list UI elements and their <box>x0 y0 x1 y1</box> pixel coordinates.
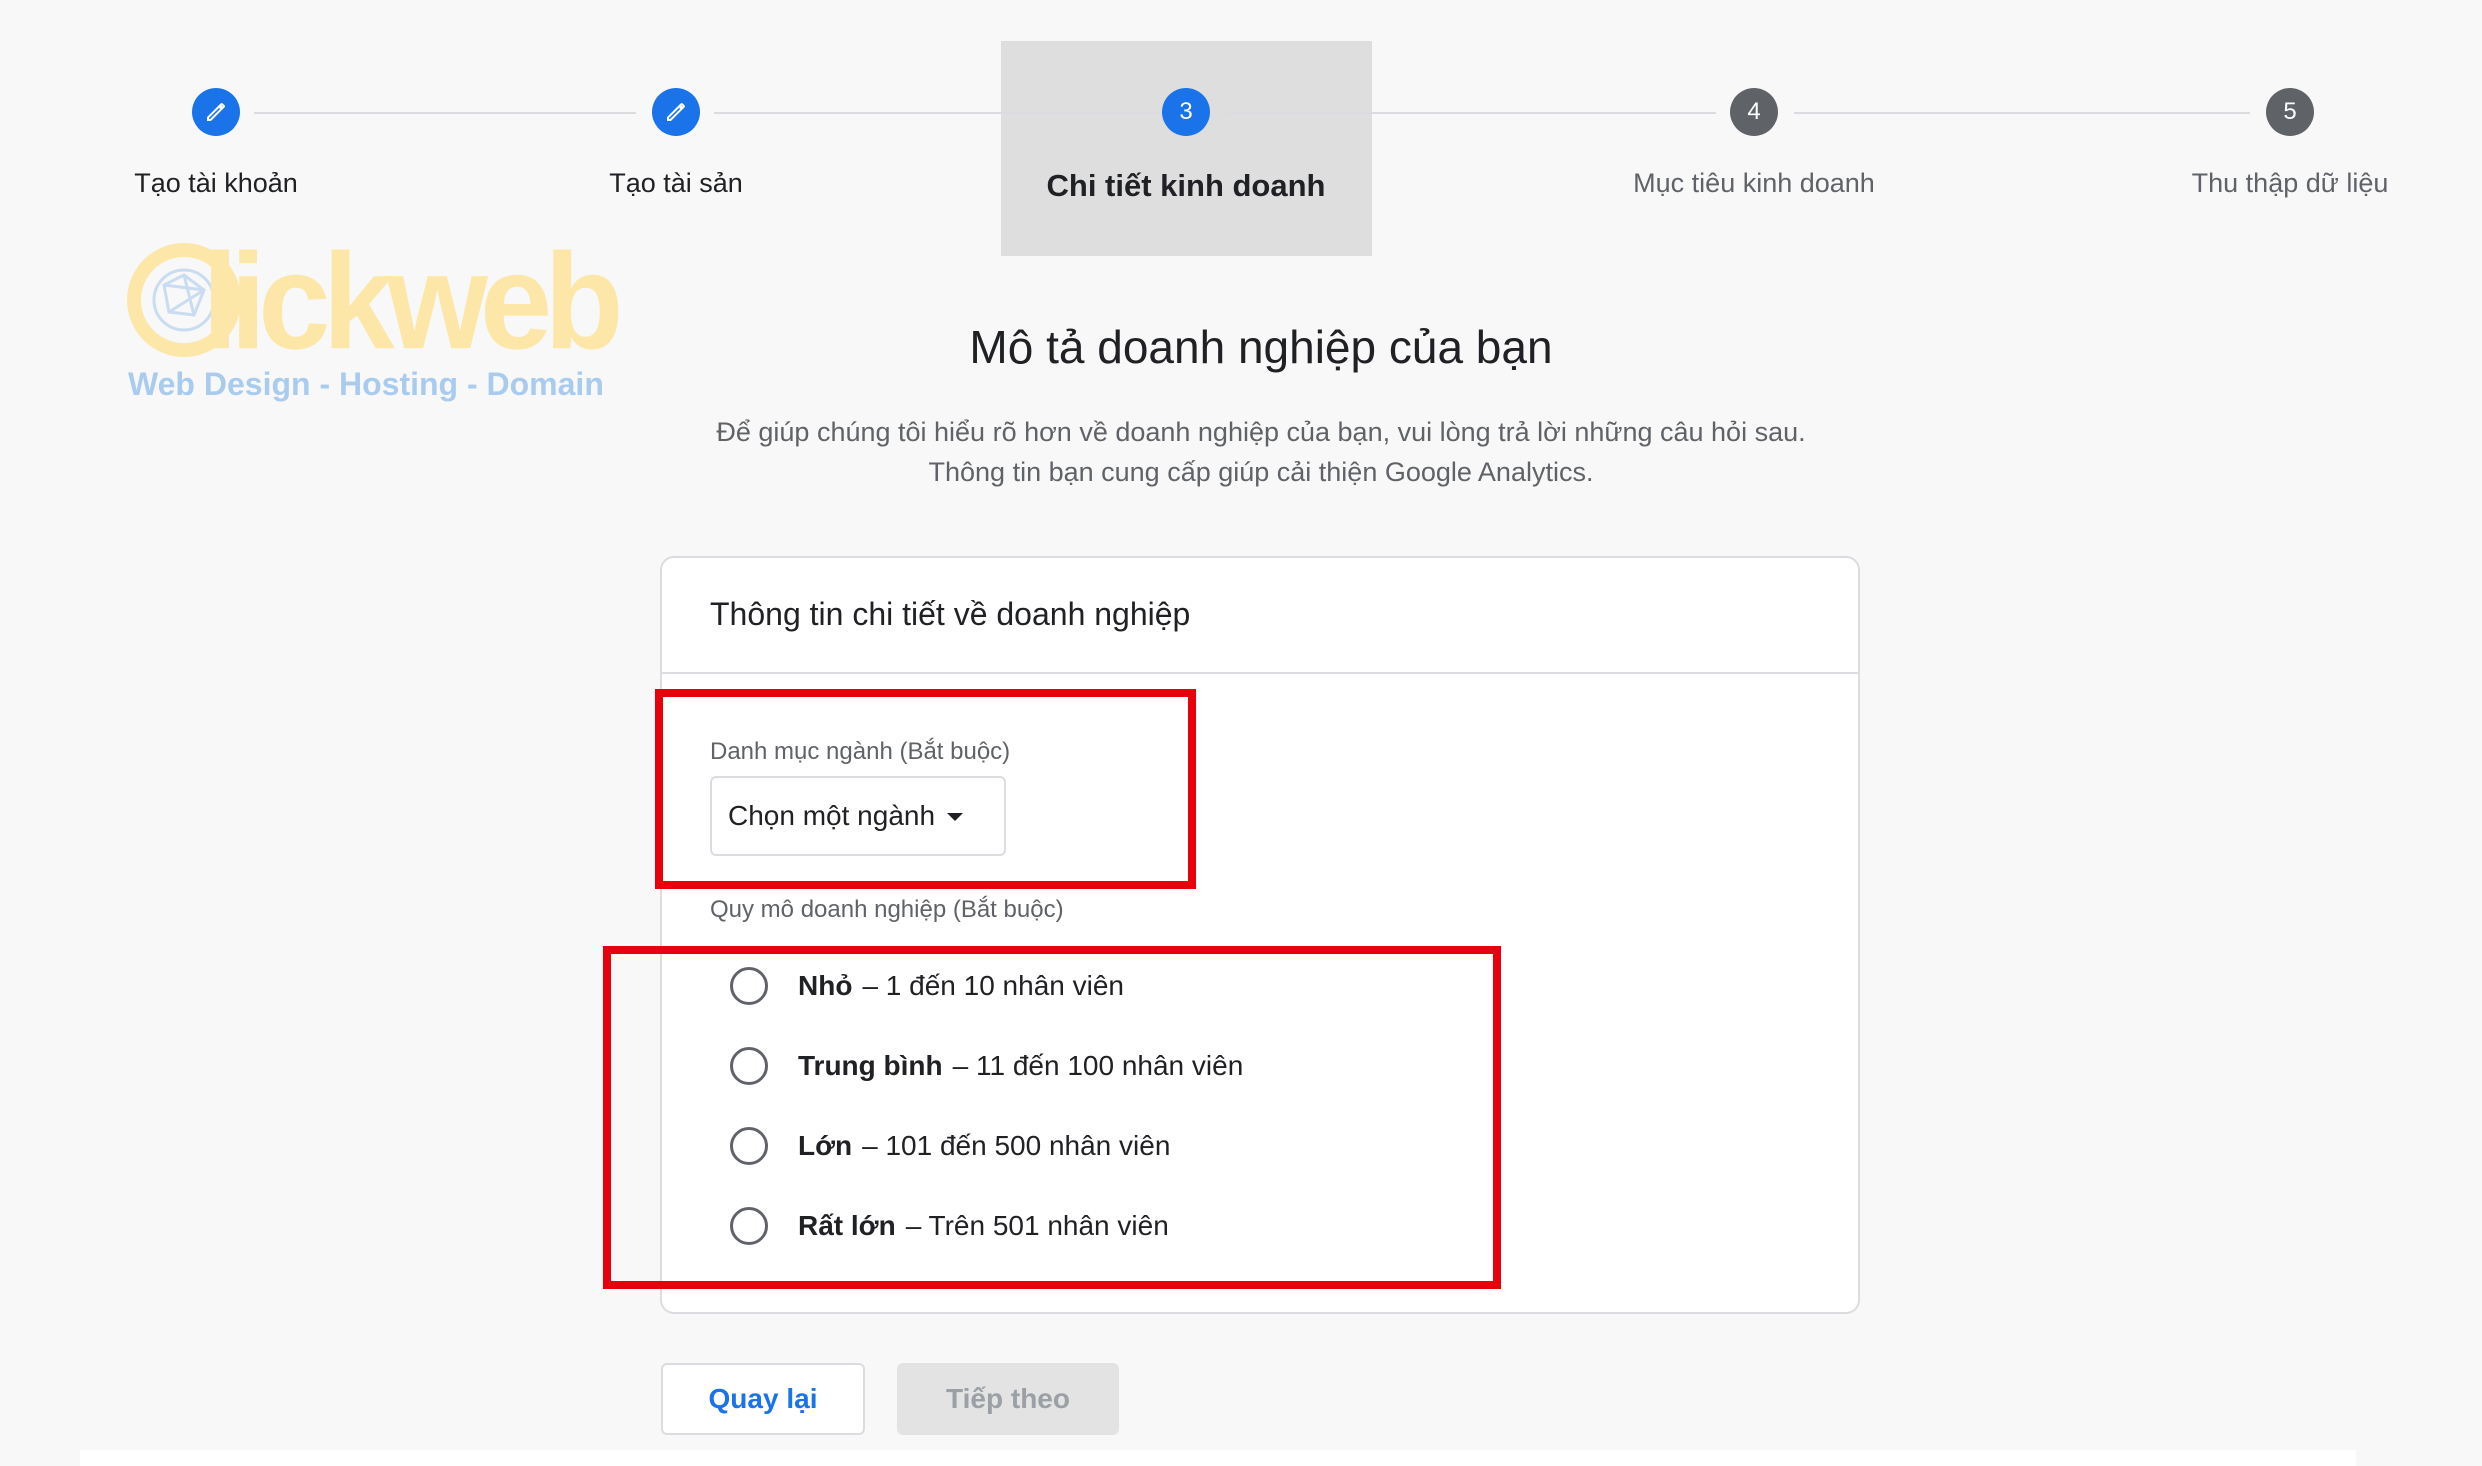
card-divider <box>662 672 1858 674</box>
step-3-label: Chi tiết kinh doanh <box>1046 168 1326 203</box>
highlight-box-industry <box>655 689 1196 889</box>
step-2-label: Tạo tài sản <box>609 168 743 198</box>
page-subtitle-line-2: Thông tin bạn cung cấp giúp cải thiện Go… <box>928 457 1594 487</box>
highlight-box-size <box>603 946 1501 1289</box>
step-4-indicator: 4 <box>1730 88 1778 136</box>
step-connector <box>1794 112 2250 114</box>
footer-panel-edge <box>80 1450 2356 1466</box>
next-button[interactable]: Tiếp theo <box>897 1363 1119 1435</box>
step-2-indicator <box>652 88 700 136</box>
step-1-indicator <box>192 88 240 136</box>
card-title: Thông tin chi tiết về doanh nghiệp <box>710 596 1191 632</box>
step-number: 5 <box>2283 98 2297 125</box>
pencil-icon <box>207 103 225 121</box>
step-connector <box>254 112 636 114</box>
step-connector <box>714 112 1162 114</box>
pencil-icon <box>667 103 685 121</box>
back-button[interactable]: Quay lại <box>661 1363 865 1435</box>
step-number: 3 <box>1179 98 1193 125</box>
page-subtitle-line-1: Để giúp chúng tôi hiểu rõ hơn về doanh n… <box>716 417 1806 447</box>
active-step-highlight <box>1001 41 1372 256</box>
step-5-indicator: 5 <box>2266 88 2314 136</box>
step-4-label: Mục tiêu kinh doanh <box>1633 168 1875 198</box>
step-connector <box>1226 112 1716 114</box>
page-title: Mô tả doanh nghiệp của bạn <box>969 321 1553 373</box>
step-1-label: Tạo tài khoản <box>134 168 298 198</box>
step-3-indicator: 3 <box>1162 88 1210 136</box>
step-number: 4 <box>1747 98 1761 125</box>
business-size-label: Quy mô doanh nghiệp (Bắt buộc) <box>710 896 1064 923</box>
step-5-label: Thu thập dữ liệu <box>2191 168 2389 198</box>
